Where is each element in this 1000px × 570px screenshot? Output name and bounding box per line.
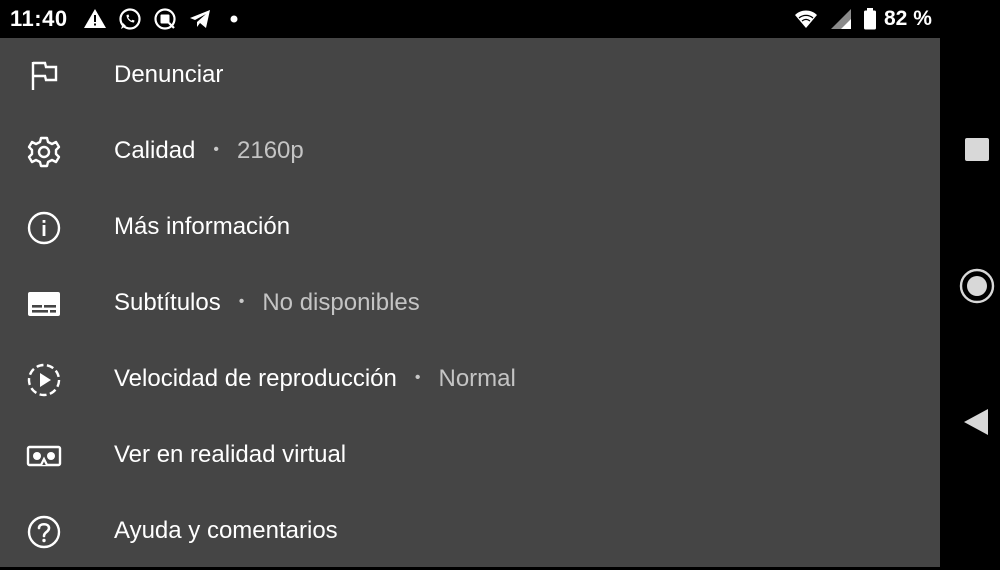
navigation-bar [940, 0, 1000, 567]
status-time: 11:40 [10, 6, 68, 31]
menu-item-report[interactable]: Denunciar [0, 38, 940, 114]
menu-item-more-info[interactable]: Más información [0, 190, 940, 266]
menu-item-help-feedback[interactable]: Ayuda y comentarios [0, 494, 940, 570]
signal-icon [829, 7, 853, 31]
battery-percent: 82 % [884, 7, 932, 30]
home-button[interactable] [940, 256, 1000, 316]
menu-item-label: Más información [114, 213, 291, 240]
menu-item-label: Ver en realidad virtual [114, 441, 347, 468]
battery-icon [858, 7, 882, 31]
separator-dot: • [238, 293, 245, 310]
quality-value: 2160p [237, 137, 304, 164]
wifi-icon [794, 7, 818, 31]
messages-icon [153, 7, 177, 31]
menu-item-playback-speed[interactable]: Velocidad de reproducción • Normal [0, 342, 940, 418]
whatsapp-icon [118, 7, 142, 31]
separator-dot: • [414, 369, 421, 386]
back-icon [964, 409, 988, 435]
playback-speed-value: Normal [438, 365, 516, 392]
vr-headset-icon [24, 438, 64, 474]
recents-icon [965, 138, 989, 161]
menu-item-label: Denunciar [114, 61, 224, 88]
menu-item-quality[interactable]: Calidad • 2160p [0, 114, 940, 190]
playback-speed-icon [24, 362, 64, 398]
telegram-icon [188, 7, 212, 31]
gear-icon [24, 134, 64, 170]
notification-dot-icon [224, 7, 248, 31]
menu-item-label: Calidad [114, 137, 196, 164]
separator-dot: • [213, 141, 219, 158]
flag-icon [24, 58, 64, 94]
menu-item-subtitles[interactable]: Subtítulos • No disponibles [0, 266, 940, 342]
info-icon [24, 210, 64, 246]
menu-item-label: Velocidad de reproducción [114, 365, 397, 392]
menu-item-label: Subtítulos [114, 289, 221, 316]
recents-button[interactable] [940, 119, 1000, 179]
back-button[interactable] [940, 392, 1000, 452]
menu-item-label: Ayuda y comentarios [114, 517, 338, 544]
warning-icon [83, 7, 107, 31]
status-bar: 11:40 82 % [0, 0, 940, 38]
help-icon [24, 514, 64, 550]
menu-item-vr[interactable]: Ver en realidad virtual [0, 418, 940, 494]
subtitles-icon [24, 286, 64, 322]
options-menu-sheet: Denunciar Calidad • 2160p Más información [0, 38, 940, 567]
subtitles-value: No disponibles [262, 289, 420, 316]
